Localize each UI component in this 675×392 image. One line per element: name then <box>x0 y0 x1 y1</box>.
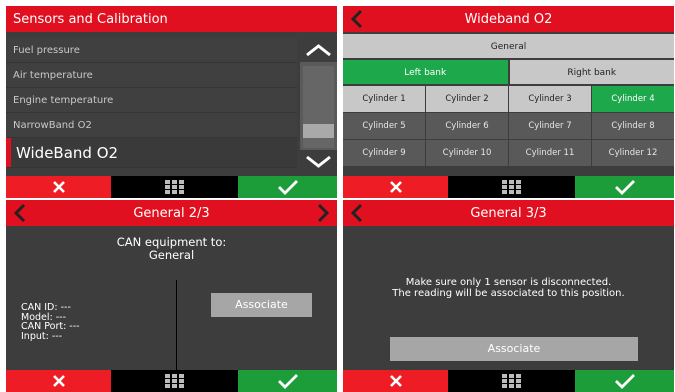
list-item[interactable]: Air temperature <box>6 63 297 88</box>
check-icon <box>277 374 298 389</box>
cancel-button[interactable] <box>343 176 448 198</box>
close-icon <box>389 375 402 387</box>
confirm-button[interactable] <box>238 370 337 392</box>
chevron-down-icon <box>306 155 331 168</box>
menu-button[interactable] <box>111 176 238 198</box>
sensor-list: Fuel pressure Air temperature Engine tem… <box>6 38 297 168</box>
can-info: CAN ID: --- Model: --- CAN Port: --- Inp… <box>21 303 80 341</box>
list-item[interactable]: Fuel pressure <box>6 38 297 63</box>
cylinder-grid: General Left bank Right bank Cylinder 1 … <box>343 34 674 167</box>
bank-selector: Left bank Right bank <box>343 60 674 86</box>
cylinder-button[interactable]: Cylinder 7 <box>509 113 591 139</box>
list-item[interactable]: Engine temperature <box>6 88 297 113</box>
list-item[interactable]: NarrowBand O2 <box>6 113 297 138</box>
chevron-right-icon[interactable] <box>313 203 333 223</box>
confirm-button[interactable] <box>238 176 337 198</box>
check-icon <box>277 180 298 195</box>
bottom-bar <box>343 370 674 392</box>
instruction-message: Make sure only 1 sensor is disconnected.… <box>343 277 674 299</box>
title-bar: General 2/3 <box>6 200 337 226</box>
chevron-up-icon <box>306 44 331 57</box>
cylinder-row: Cylinder 1 Cylinder 2 Cylinder 3 Cylinde… <box>343 86 674 112</box>
title-bar: Wideband O2 <box>343 6 674 32</box>
cancel-button[interactable] <box>6 176 111 198</box>
check-icon <box>614 374 635 389</box>
grid-icon <box>502 374 521 388</box>
scroll-up-button[interactable] <box>300 38 337 62</box>
cylinder-button[interactable]: Cylinder 2 <box>426 86 508 112</box>
close-icon <box>389 181 402 193</box>
general-step-2-panel: General 2/3 CAN equipment to: General CA… <box>6 200 337 392</box>
page-title: General 3/3 <box>470 206 547 221</box>
menu-button[interactable] <box>448 370 575 392</box>
associate-button[interactable]: Associate <box>211 293 312 317</box>
divider <box>176 280 177 370</box>
cylinder-row: Cylinder 5 Cylinder 6 Cylinder 7 Cylinde… <box>343 113 674 139</box>
check-icon <box>614 180 635 195</box>
sensors-calibration-panel: Sensors and Calibration Fuel pressure Ai… <box>6 6 337 198</box>
instruction-line: The reading will be associated to this p… <box>392 288 625 299</box>
cylinder-button-selected[interactable]: Cylinder 4 <box>592 86 674 112</box>
cylinder-button[interactable]: Cylinder 12 <box>592 140 674 166</box>
general-step-3-panel: General 3/3 Make sure only 1 sensor is d… <box>343 200 674 392</box>
cylinder-row: Cylinder 9 Cylinder 10 Cylinder 11 Cylin… <box>343 140 674 166</box>
cancel-button[interactable] <box>6 370 111 392</box>
right-bank-button[interactable]: Right bank <box>509 60 674 84</box>
close-icon <box>52 181 65 193</box>
scroll-down-button[interactable] <box>300 150 337 174</box>
page-title: Sensors and Calibration <box>13 12 168 27</box>
title-bar: Sensors and Calibration <box>6 6 337 32</box>
grid-icon <box>502 180 521 194</box>
cancel-button[interactable] <box>343 370 448 392</box>
page-title: General 2/3 <box>133 206 210 221</box>
cylinder-button[interactable]: Cylinder 9 <box>343 140 425 166</box>
wideband-o2-panel: Wideband O2 General Left bank Right bank… <box>343 6 674 198</box>
cylinder-button[interactable]: Cylinder 3 <box>509 86 591 112</box>
cylinder-button[interactable]: Cylinder 6 <box>426 113 508 139</box>
cylinder-button[interactable]: Cylinder 5 <box>343 113 425 139</box>
cylinder-button[interactable]: Cylinder 10 <box>426 140 508 166</box>
confirm-button[interactable] <box>575 370 674 392</box>
can-heading: CAN equipment to: General <box>6 236 337 262</box>
bottom-bar <box>6 370 337 392</box>
grid-icon <box>165 374 184 388</box>
can-heading-target: General <box>148 248 195 262</box>
left-bank-button[interactable]: Left bank <box>343 60 508 84</box>
cylinder-button[interactable]: Cylinder 1 <box>343 86 425 112</box>
menu-button[interactable] <box>111 370 238 392</box>
title-bar: General 3/3 <box>343 200 674 226</box>
associate-button[interactable]: Associate <box>390 337 638 361</box>
grid-icon <box>165 180 184 194</box>
bottom-bar <box>343 176 674 198</box>
cylinder-button[interactable]: Cylinder 8 <box>592 113 674 139</box>
menu-button[interactable] <box>448 176 575 198</box>
input-text: Input: --- <box>21 330 63 342</box>
list-item-selected[interactable]: WideBand O2 <box>6 138 297 168</box>
page-title: Wideband O2 <box>464 12 553 27</box>
instruction-line: Make sure only 1 sensor is disconnected. <box>405 277 612 288</box>
bottom-bar <box>6 176 337 198</box>
scroll-thumb[interactable] <box>303 124 334 138</box>
confirm-button[interactable] <box>575 176 674 198</box>
cylinder-button[interactable]: Cylinder 11 <box>509 140 591 166</box>
scrollbar[interactable] <box>300 38 337 174</box>
close-icon <box>52 375 65 387</box>
general-button[interactable]: General <box>343 34 674 60</box>
